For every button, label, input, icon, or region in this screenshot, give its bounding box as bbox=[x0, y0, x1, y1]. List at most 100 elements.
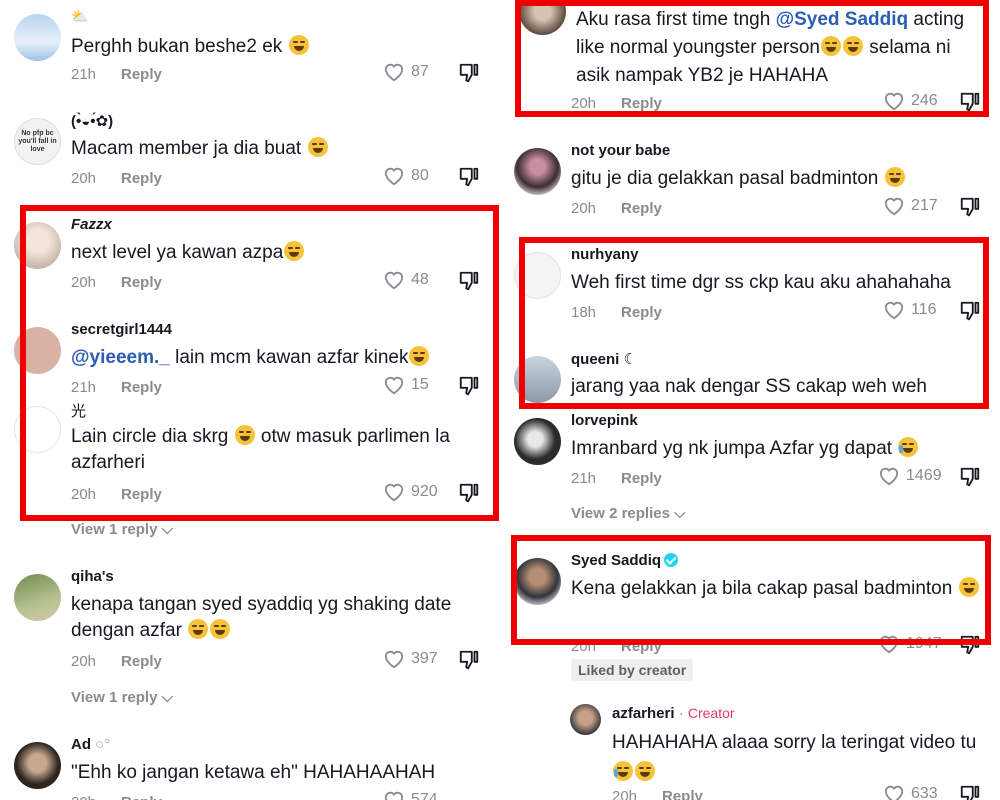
dislike-icon[interactable] bbox=[959, 91, 981, 113]
comment-item: qiha's kenapa tangan syed syaddiq yg sha… bbox=[0, 568, 505, 680]
view-replies-button[interactable]: View 1 reply ⌵ bbox=[71, 521, 173, 538]
dislike-icon[interactable] bbox=[959, 300, 981, 322]
like-button[interactable]: 15 bbox=[383, 375, 429, 395]
dislike-icon[interactable] bbox=[959, 634, 981, 656]
avatar[interactable] bbox=[570, 704, 601, 735]
comment-text: jarang yaa nak dengar SS cakap weh weh bbox=[571, 376, 927, 397]
reply-button[interactable]: Reply bbox=[121, 170, 162, 187]
rofl-emoji-icon bbox=[210, 619, 231, 639]
username[interactable]: 光 bbox=[71, 400, 86, 421]
username[interactable]: qiha's bbox=[71, 568, 114, 585]
like-button[interactable]: 920 bbox=[383, 482, 438, 502]
avatar[interactable] bbox=[14, 14, 61, 61]
dislike-icon[interactable] bbox=[458, 270, 480, 292]
avatar[interactable] bbox=[14, 327, 61, 374]
reply-button[interactable]: Reply bbox=[121, 274, 162, 291]
avatar[interactable] bbox=[519, 0, 566, 35]
avatar[interactable] bbox=[514, 558, 561, 605]
avatar[interactable] bbox=[514, 356, 561, 403]
rofl-emoji-icon bbox=[635, 761, 655, 781]
avatar[interactable] bbox=[514, 252, 561, 299]
dislike-icon[interactable] bbox=[458, 649, 480, 671]
dislike-icon[interactable] bbox=[959, 466, 981, 488]
view-replies-button[interactable]: View 2 replies ⌵ bbox=[571, 505, 686, 522]
comment-item: Ad ○° "Ehh ko jangan ketawa eh" HAHAHAAH… bbox=[0, 736, 505, 800]
heart-icon bbox=[884, 92, 904, 111]
timestamp: 20h bbox=[612, 788, 638, 800]
username[interactable]: Fazzx bbox=[71, 216, 112, 233]
reply-button[interactable]: Reply bbox=[621, 470, 662, 487]
username[interactable]: (•̀◒•́✿) bbox=[71, 112, 113, 130]
like-button[interactable]: 48 bbox=[383, 270, 429, 290]
comment-text: Aku rasa first time tngh @Syed Saddiq ac… bbox=[576, 9, 965, 86]
username[interactable]: not your babe bbox=[571, 142, 670, 159]
like-button[interactable]: 1469 bbox=[878, 466, 942, 486]
comment-text: gitu je dia gelakkan pasal badminton bbox=[571, 166, 982, 192]
comment-text: Macam member ja dia buat bbox=[71, 136, 487, 162]
avatar[interactable] bbox=[514, 418, 561, 465]
reply-button[interactable]: Reply bbox=[662, 788, 703, 800]
username[interactable]: azfarheri · Creator bbox=[612, 705, 735, 722]
avatar[interactable] bbox=[14, 574, 61, 621]
comment-item: No pfp bc you'll fall in love (•̀◒•́✿) M… bbox=[0, 112, 505, 198]
mention-link[interactable]: @yieeem._ bbox=[71, 347, 170, 368]
comment-text: Imranbard yg nk jumpa Azfar yg dapat bbox=[571, 436, 982, 462]
like-button[interactable]: 633 bbox=[883, 784, 938, 800]
like-button[interactable]: 246 bbox=[883, 91, 938, 111]
reply-button[interactable]: Reply bbox=[121, 379, 162, 396]
comment-text: Weh first time dgr ss ckp kau aku ahahah… bbox=[571, 272, 951, 293]
laughing-emoji-icon bbox=[284, 241, 305, 261]
username[interactable]: queeni ☾ bbox=[571, 350, 637, 368]
reply-item: azfarheri · Creator HAHAHAHA alaaa sorry… bbox=[505, 704, 1000, 800]
heart-icon bbox=[884, 785, 904, 800]
like-button[interactable]: 574 bbox=[383, 790, 438, 800]
comment-text: HAHAHAHA alaaa sorry la teringat video t… bbox=[612, 728, 982, 788]
timestamp: 21h bbox=[71, 66, 97, 83]
dislike-icon[interactable] bbox=[458, 62, 480, 84]
view-replies-button[interactable]: View 1 reply ⌵ bbox=[71, 689, 173, 706]
reply-button[interactable]: Reply bbox=[621, 304, 662, 321]
like-button[interactable]: 87 bbox=[383, 62, 429, 82]
comment-meta: 20h Reply bbox=[71, 653, 162, 670]
heart-icon bbox=[884, 197, 904, 216]
heart-icon bbox=[384, 167, 404, 186]
like-button[interactable]: 116 bbox=[883, 300, 937, 320]
username[interactable]: nurhyany bbox=[571, 246, 639, 263]
like-button[interactable]: 1947 bbox=[878, 634, 942, 654]
avatar[interactable] bbox=[14, 406, 61, 453]
mention-link[interactable]: @Syed Saddiq bbox=[776, 9, 909, 30]
like-button[interactable]: 80 bbox=[383, 166, 429, 186]
bubbles-icon: ○° bbox=[95, 736, 111, 753]
avatar[interactable]: No pfp bc you'll fall in love bbox=[14, 118, 61, 165]
like-count: 920 bbox=[411, 483, 438, 500]
chevron-down-icon: ⌵ bbox=[161, 521, 173, 538]
heart-icon bbox=[884, 301, 904, 320]
dislike-icon[interactable] bbox=[959, 784, 981, 800]
timestamp: 18h bbox=[571, 304, 597, 321]
username[interactable]: secretgirl1444 bbox=[71, 321, 172, 338]
timestamp: 20h bbox=[71, 274, 97, 291]
crying-emoji-icon bbox=[898, 437, 919, 457]
reply-button[interactable]: Reply bbox=[621, 95, 662, 112]
dislike-icon[interactable] bbox=[458, 482, 480, 504]
avatar-text: No pfp bc you'll fall in love bbox=[18, 129, 57, 153]
comment-item: 光 Lain circle dia skrg otw masuk parlime… bbox=[0, 400, 505, 512]
avatar[interactable] bbox=[514, 148, 561, 195]
reply-button[interactable]: Reply bbox=[621, 638, 662, 655]
like-button[interactable]: 217 bbox=[883, 196, 938, 216]
like-count: 397 bbox=[411, 650, 438, 667]
reply-button[interactable]: Reply bbox=[621, 200, 662, 217]
avatar[interactable] bbox=[14, 222, 61, 269]
reply-button[interactable]: Reply bbox=[121, 486, 162, 503]
username[interactable]: lorvepink bbox=[571, 412, 638, 429]
reply-button[interactable]: Reply bbox=[121, 794, 162, 800]
like-button[interactable]: 397 bbox=[383, 649, 438, 669]
reply-button[interactable]: Reply bbox=[121, 66, 162, 83]
username[interactable]: Syed Saddiq bbox=[571, 552, 679, 569]
username[interactable]: Ad ○° bbox=[71, 736, 110, 753]
dislike-icon[interactable] bbox=[959, 196, 981, 218]
dislike-icon[interactable] bbox=[458, 375, 480, 397]
dislike-icon[interactable] bbox=[458, 166, 480, 188]
reply-button[interactable]: Reply bbox=[121, 653, 162, 670]
avatar[interactable] bbox=[14, 742, 61, 789]
